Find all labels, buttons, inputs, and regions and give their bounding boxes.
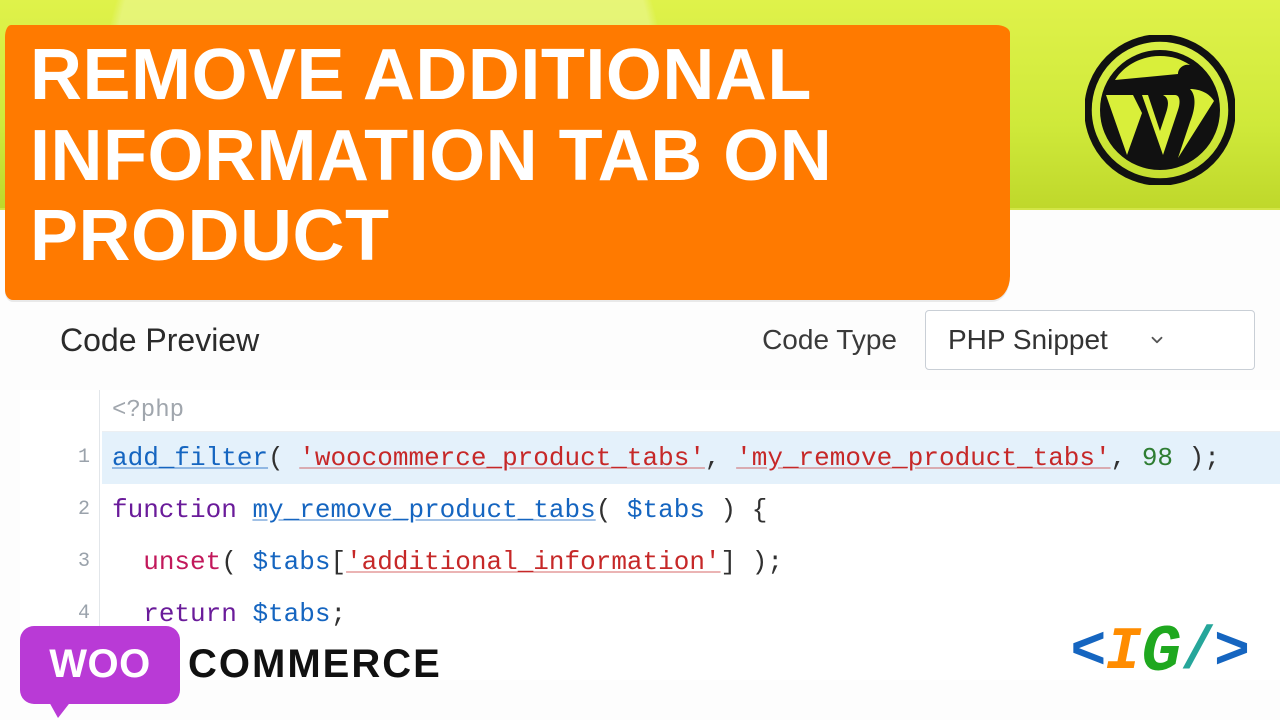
ig-i: I <box>1104 619 1140 687</box>
code-line-3: unset( $tabs['additional_information'] )… <box>102 536 1280 588</box>
wordpress-logo-icon <box>1085 35 1235 185</box>
code-type-label: Code Type <box>762 324 897 356</box>
woo-bubble-icon: WOO <box>20 626 180 704</box>
ig-lt: < <box>1070 619 1104 687</box>
code-line-2: function my_remove_product_tabs( $tabs )… <box>102 484 1280 536</box>
ig-gt: > <box>1214 619 1248 687</box>
woo-bubble-text: WOO <box>49 642 150 687</box>
line-number: 3 <box>20 550 90 573</box>
woocommerce-logo: WOO COMMERCE <box>20 617 442 712</box>
line-number: 1 <box>20 446 90 469</box>
woo-commerce-text: COMMERCE <box>188 642 442 687</box>
headline-line-2: INFORMATION TAB ON <box>30 116 832 196</box>
chevron-down-icon <box>1148 331 1166 349</box>
headline-line-1: REMOVE ADDITIONAL <box>30 35 812 115</box>
headline-panel: REMOVE ADDITIONAL INFORMATION TAB ON PRO… <box>5 25 1010 300</box>
code-preview-header: Code Preview Code Type PHP Snippet <box>60 310 1255 370</box>
ig-logo: < I G / > <box>1070 615 1248 690</box>
ig-g: G <box>1140 615 1180 690</box>
code-preview-label: Code Preview <box>60 322 259 359</box>
headline-line-3: PRODUCT <box>30 196 390 276</box>
headline-text: REMOVE ADDITIONAL INFORMATION TAB ON PRO… <box>30 35 832 277</box>
code-type-value: PHP Snippet <box>948 324 1108 356</box>
code-open-tag: <?php <box>102 390 1280 432</box>
line-number: 2 <box>20 498 90 521</box>
code-type-select[interactable]: PHP Snippet <box>925 310 1255 370</box>
code-line-1: add_filter( 'woocommerce_product_tabs', … <box>102 432 1280 484</box>
ig-slash: / <box>1180 619 1214 687</box>
